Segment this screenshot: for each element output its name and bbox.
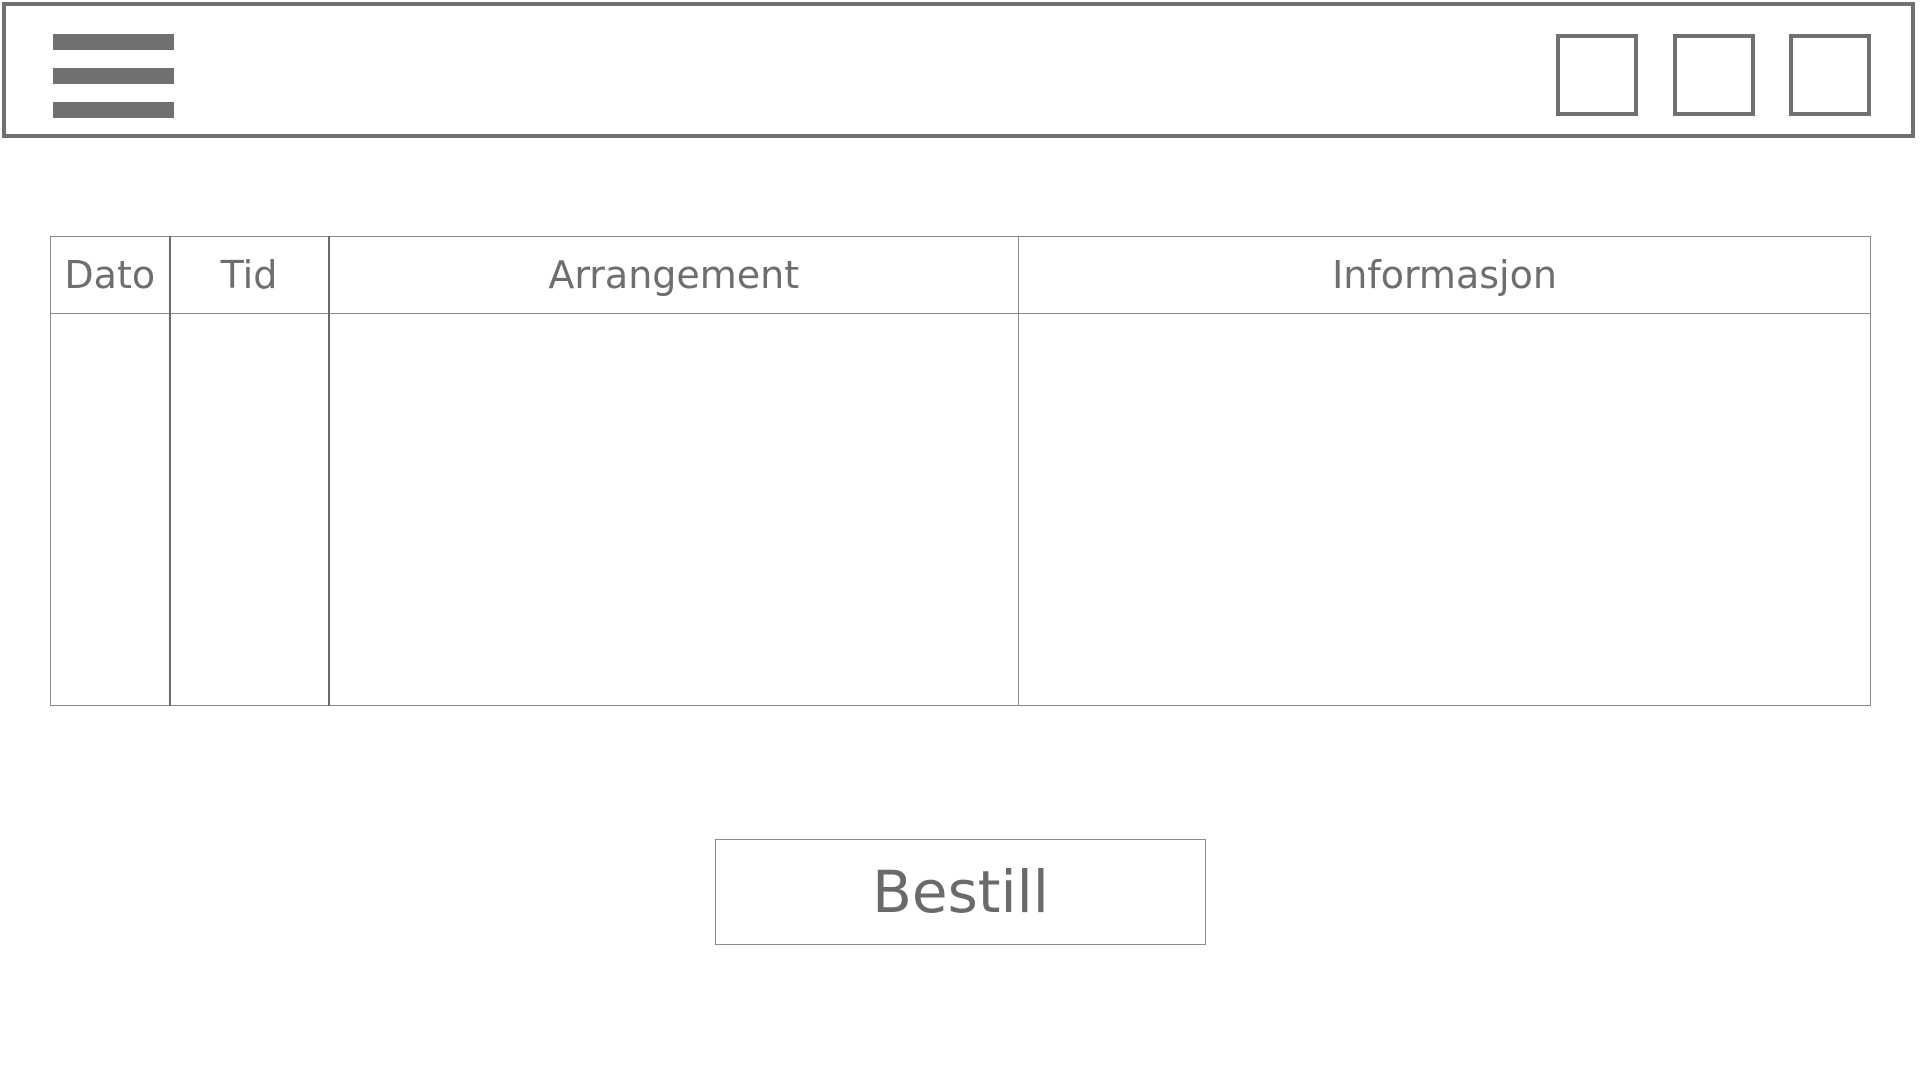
header-square-button-1[interactable]	[1556, 34, 1638, 116]
table-row	[50, 313, 1871, 706]
top-header-bar	[2, 2, 1915, 138]
table-cell-arrangement	[327, 313, 1019, 706]
menu-line	[53, 68, 174, 84]
table-cell-tid	[168, 313, 329, 706]
column-header-arrangement: Arrangement	[327, 236, 1019, 314]
header-square-button-3[interactable]	[1789, 34, 1871, 116]
table-cell-dato	[50, 313, 170, 706]
events-table: Dato Tid Arrangement Informasjon	[50, 236, 1871, 706]
menu-line	[53, 102, 174, 118]
table-header-row: Dato Tid Arrangement Informasjon	[50, 236, 1871, 314]
header-square-button-2[interactable]	[1673, 34, 1755, 116]
menu-line	[53, 34, 174, 50]
page: Dato Tid Arrangement Informasjon Bestill	[0, 0, 1920, 1080]
column-header-tid: Tid	[168, 236, 329, 314]
order-button[interactable]: Bestill	[715, 839, 1206, 945]
table-cell-informasjon	[1018, 313, 1871, 706]
column-header-informasjon: Informasjon	[1018, 236, 1871, 314]
hamburger-menu-icon[interactable]	[53, 34, 174, 118]
events-table-container: Dato Tid Arrangement Informasjon	[50, 236, 1871, 706]
column-header-dato: Dato	[50, 236, 170, 314]
